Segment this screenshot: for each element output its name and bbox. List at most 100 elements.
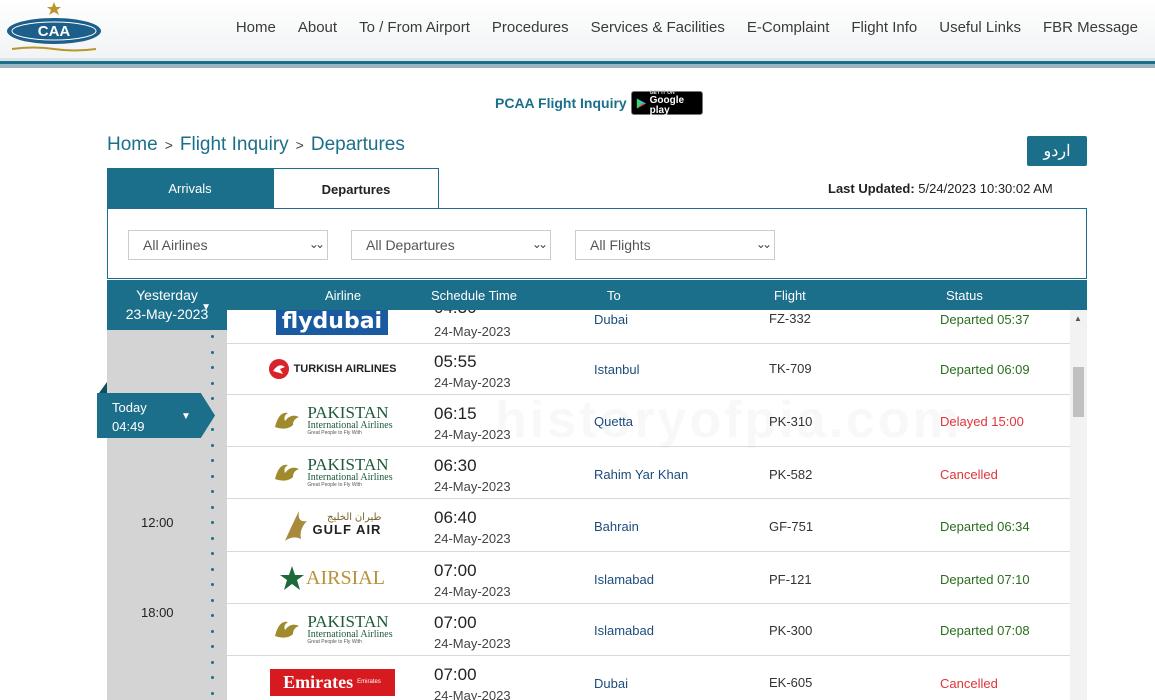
- timeline-dot: [211, 521, 214, 524]
- schedule-time: 06:40: [434, 508, 477, 527]
- flight-status: Departed 07:08: [940, 623, 1030, 638]
- turkish-airlines-text: TURKISH AIRLINES: [293, 363, 397, 375]
- schedule-date: 24-May-2023: [434, 531, 511, 546]
- schedule-date: 24-May-2023: [434, 636, 511, 651]
- turkish-airlines-icon: [268, 359, 289, 379]
- table-row[interactable]: PAKISTAN International Airlines Great Pe…: [227, 604, 1072, 656]
- today-marker[interactable]: Today 04:49 ▼: [97, 393, 215, 438]
- timeline-dot: [211, 567, 214, 571]
- timeline-label-18: 18:00: [141, 605, 174, 620]
- timeline-dot: [211, 459, 214, 462]
- last-updated-value: 5/24/2023 10:30:02 AM: [918, 181, 1053, 196]
- chevron-down-icon: ⌄⌄: [308, 237, 325, 251]
- pia-main-text: PAKISTAN: [307, 612, 389, 631]
- pia-tag-text: Great People to Fly With: [307, 482, 362, 488]
- schedule-time: 07:00: [434, 561, 477, 580]
- timeline-dots: [210, 335, 214, 700]
- emirates-small-text: Emirates: [357, 679, 381, 685]
- table-row[interactable]: Emirates Emirates 07:00 24-May-2023 Duba…: [227, 656, 1072, 700]
- nav-services[interactable]: Services & Facilities: [580, 18, 736, 38]
- schedule-time: 05:55: [434, 352, 477, 371]
- breadcrumb-home[interactable]: Home: [107, 134, 158, 156]
- nav-about[interactable]: About: [287, 18, 348, 38]
- flight-status: Departed 06:09: [940, 362, 1030, 377]
- table-scrollbar[interactable]: ▲: [1070, 310, 1087, 700]
- schedule-date: 24-May-2023: [434, 427, 511, 442]
- destination: Rahim Yar Khan: [594, 467, 689, 482]
- urdu-language-button[interactable]: اردو: [1027, 136, 1087, 166]
- nav-e-complaint[interactable]: E-Complaint: [736, 18, 841, 38]
- nav-to-from-airport[interactable]: To / From Airport: [348, 18, 481, 38]
- scrollbar-thumb[interactable]: [1073, 367, 1084, 417]
- table-row[interactable]: flydubai 04:30 24-May-2023 Dubai FZ-332 …: [227, 310, 1072, 344]
- timeline-dot: [211, 691, 214, 695]
- table-row[interactable]: AIRSIAL 07:00 24-May-2023 Islamabad PF-1…: [227, 552, 1072, 604]
- flight-status: Delayed 15:00: [940, 414, 1024, 429]
- destination: Islamabad: [594, 572, 654, 587]
- flights-filter-select[interactable]: All Flights ⌄⌄: [575, 230, 775, 260]
- col-to: To: [607, 288, 621, 303]
- table-row[interactable]: طيران الخليج GULF AIR 06:40 24-May-2023 …: [227, 499, 1072, 552]
- departures-filter-select[interactable]: All Departures ⌄⌄: [351, 230, 551, 260]
- schedule-time: 06:30: [434, 456, 477, 475]
- breadcrumb-flight-inquiry[interactable]: Flight Inquiry: [180, 134, 289, 156]
- flight-number: PF-121: [769, 572, 812, 587]
- flights-filter-value: All Flights: [590, 237, 651, 253]
- nav-flight-info[interactable]: Flight Info: [840, 18, 928, 38]
- caa-logo-text: CAA: [38, 23, 71, 40]
- timeline-dot: [211, 598, 214, 602]
- caa-logo[interactable]: CAA: [4, 2, 104, 56]
- timeline-dot: [211, 366, 214, 369]
- timeline-dot: [211, 350, 214, 354]
- table-row[interactable]: TURKISH AIRLINES 05:55 24-May-2023 Istan…: [227, 344, 1072, 395]
- pia-tag-text: Great People to Fly With: [307, 639, 362, 645]
- chevron-down-icon: ⌄⌄: [755, 237, 772, 251]
- filter-panel: All Airlines ⌄⌄ All Departures ⌄⌄ All Fl…: [107, 208, 1087, 279]
- scroll-up-arrow-icon[interactable]: ▲: [1074, 314, 1082, 323]
- last-updated-label: Last Updated:: [828, 181, 915, 196]
- col-flight: Flight: [774, 288, 806, 303]
- destination: Islamabad: [594, 623, 654, 638]
- breadcrumb-current: Departures: [310, 134, 405, 155]
- flight-number: PK-300: [769, 623, 813, 638]
- breadcrumb-separator: >: [295, 137, 304, 153]
- flight-status: Departed 07:10: [940, 572, 1030, 587]
- flight-number: PK-310: [769, 414, 813, 429]
- tab-arrivals[interactable]: Arrivals: [107, 168, 273, 209]
- nav-useful-links[interactable]: Useful Links: [928, 18, 1032, 38]
- breadcrumb-separator: >: [164, 137, 173, 153]
- timeline-dot: [211, 629, 214, 633]
- nav-procedures[interactable]: Procedures: [481, 18, 580, 38]
- timeline-dot: [211, 335, 214, 338]
- timeline-dot: [211, 490, 214, 493]
- pia-markhor-icon: [275, 464, 300, 481]
- timeline-dot: [211, 397, 214, 400]
- schedule-date: 24-May-2023: [434, 479, 511, 494]
- timeline-dot: [211, 443, 214, 447]
- pia-logo: PAKISTAN International Airlines Great Pe…: [267, 452, 397, 492]
- timeline-dot: [211, 614, 214, 617]
- pia-main-text: PAKISTAN: [307, 403, 389, 422]
- schedule-time: 07:00: [434, 665, 477, 684]
- flight-status: Departed 06:34: [940, 519, 1030, 534]
- schedule-date: 24-May-2023: [434, 324, 511, 339]
- table-row[interactable]: PAKISTAN International Airlines Great Pe…: [227, 447, 1072, 499]
- timeline-sidebar: Yesterday 23-May-2023 ▼: [107, 280, 227, 700]
- nav-home[interactable]: Home: [225, 18, 287, 38]
- flydubai-logo-text: flydubai: [275, 310, 389, 335]
- store-large-text: Google play: [649, 94, 685, 116]
- schedule-date: 24-May-2023: [434, 375, 511, 390]
- timeline-dot: [211, 381, 214, 385]
- nav-fbr-message[interactable]: FBR Message: [1032, 18, 1149, 38]
- google-play-badge[interactable]: GET IT ON Google play: [630, 90, 703, 116]
- chevron-down-icon: ▼: [181, 411, 191, 422]
- flight-status: Cancelled: [940, 467, 998, 482]
- pia-logo: PAKISTAN International Airlines Great Pe…: [267, 609, 397, 649]
- table-row[interactable]: PAKISTAN International Airlines Great Pe…: [227, 395, 1072, 447]
- flights-table-body: historyofpia.com flydubai 04:30 24-May-2…: [227, 310, 1087, 700]
- yesterday-selector[interactable]: Yesterday 23-May-2023 ▼: [107, 280, 227, 330]
- gulf-air-text: GULF AIR: [312, 522, 382, 538]
- pcaa-label: PCAA Flight Inquiry: [495, 95, 627, 111]
- tab-departures[interactable]: Departures: [273, 168, 439, 210]
- airline-filter-select[interactable]: All Airlines ⌄⌄: [128, 230, 328, 260]
